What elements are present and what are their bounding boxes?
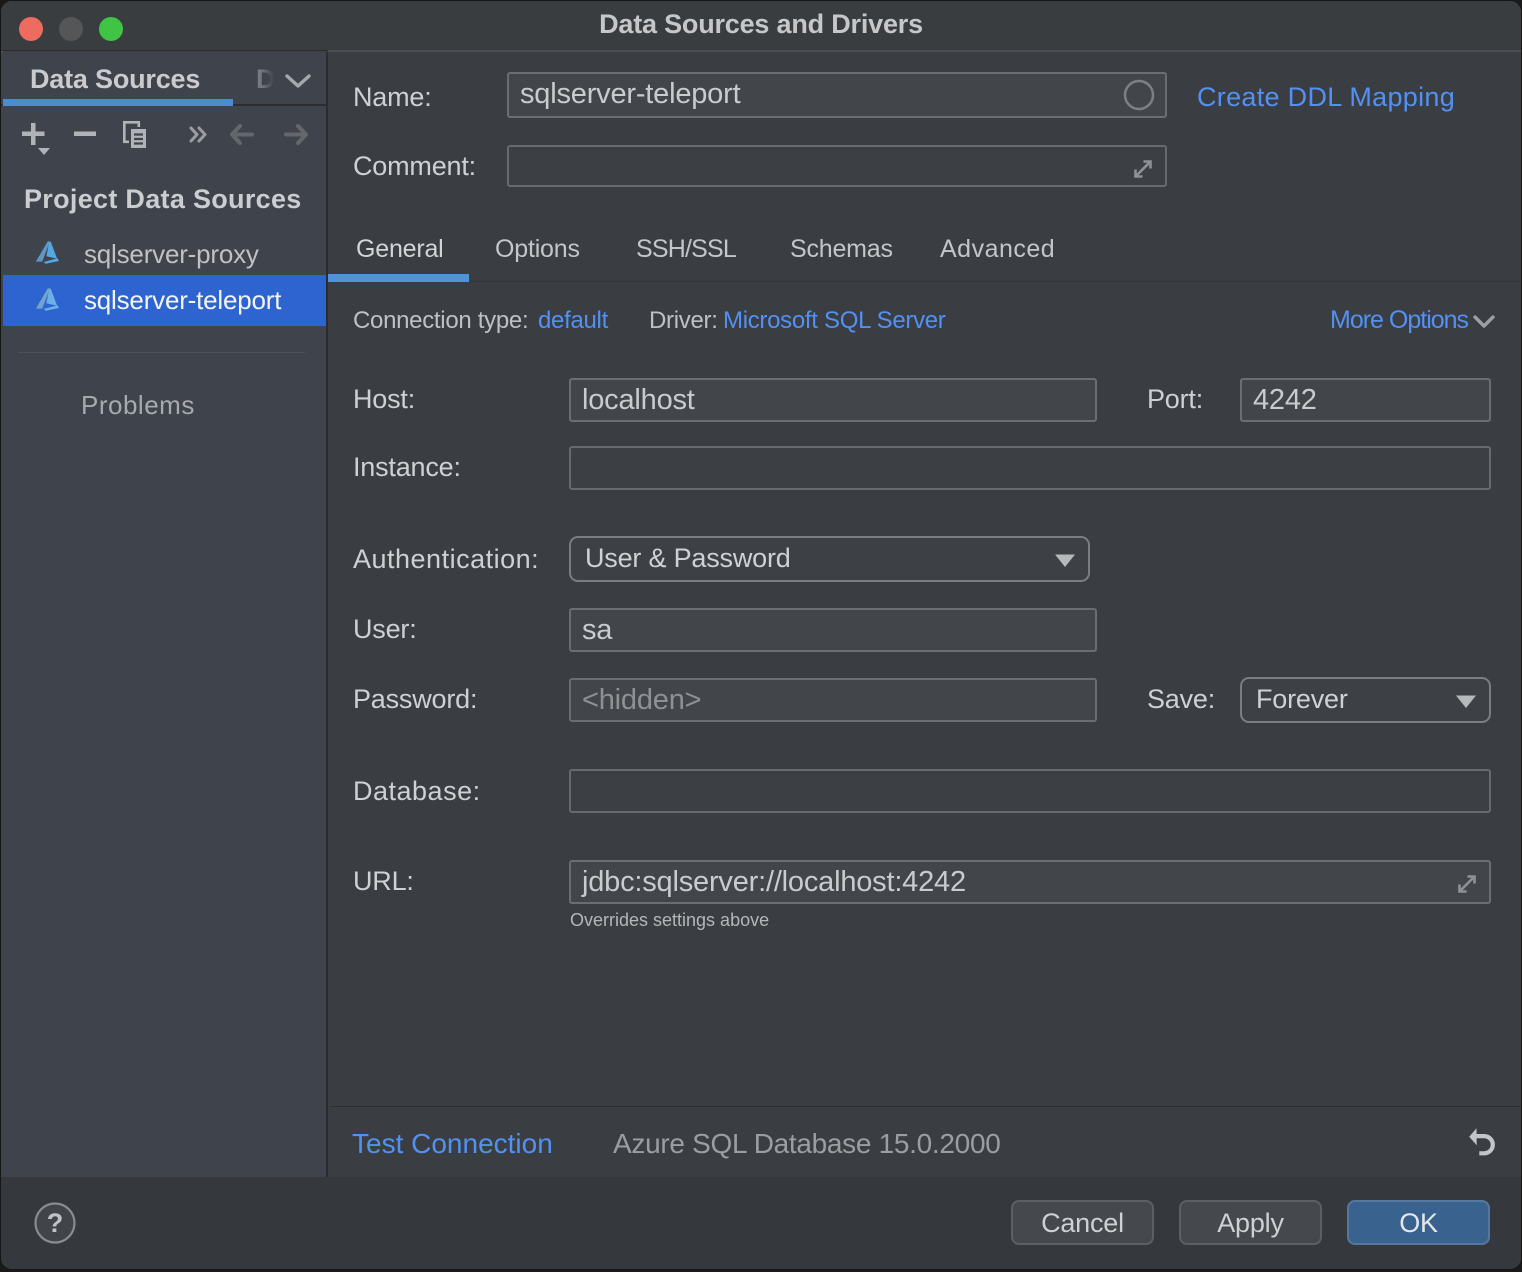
svg-text:?: ?: [47, 1208, 64, 1238]
